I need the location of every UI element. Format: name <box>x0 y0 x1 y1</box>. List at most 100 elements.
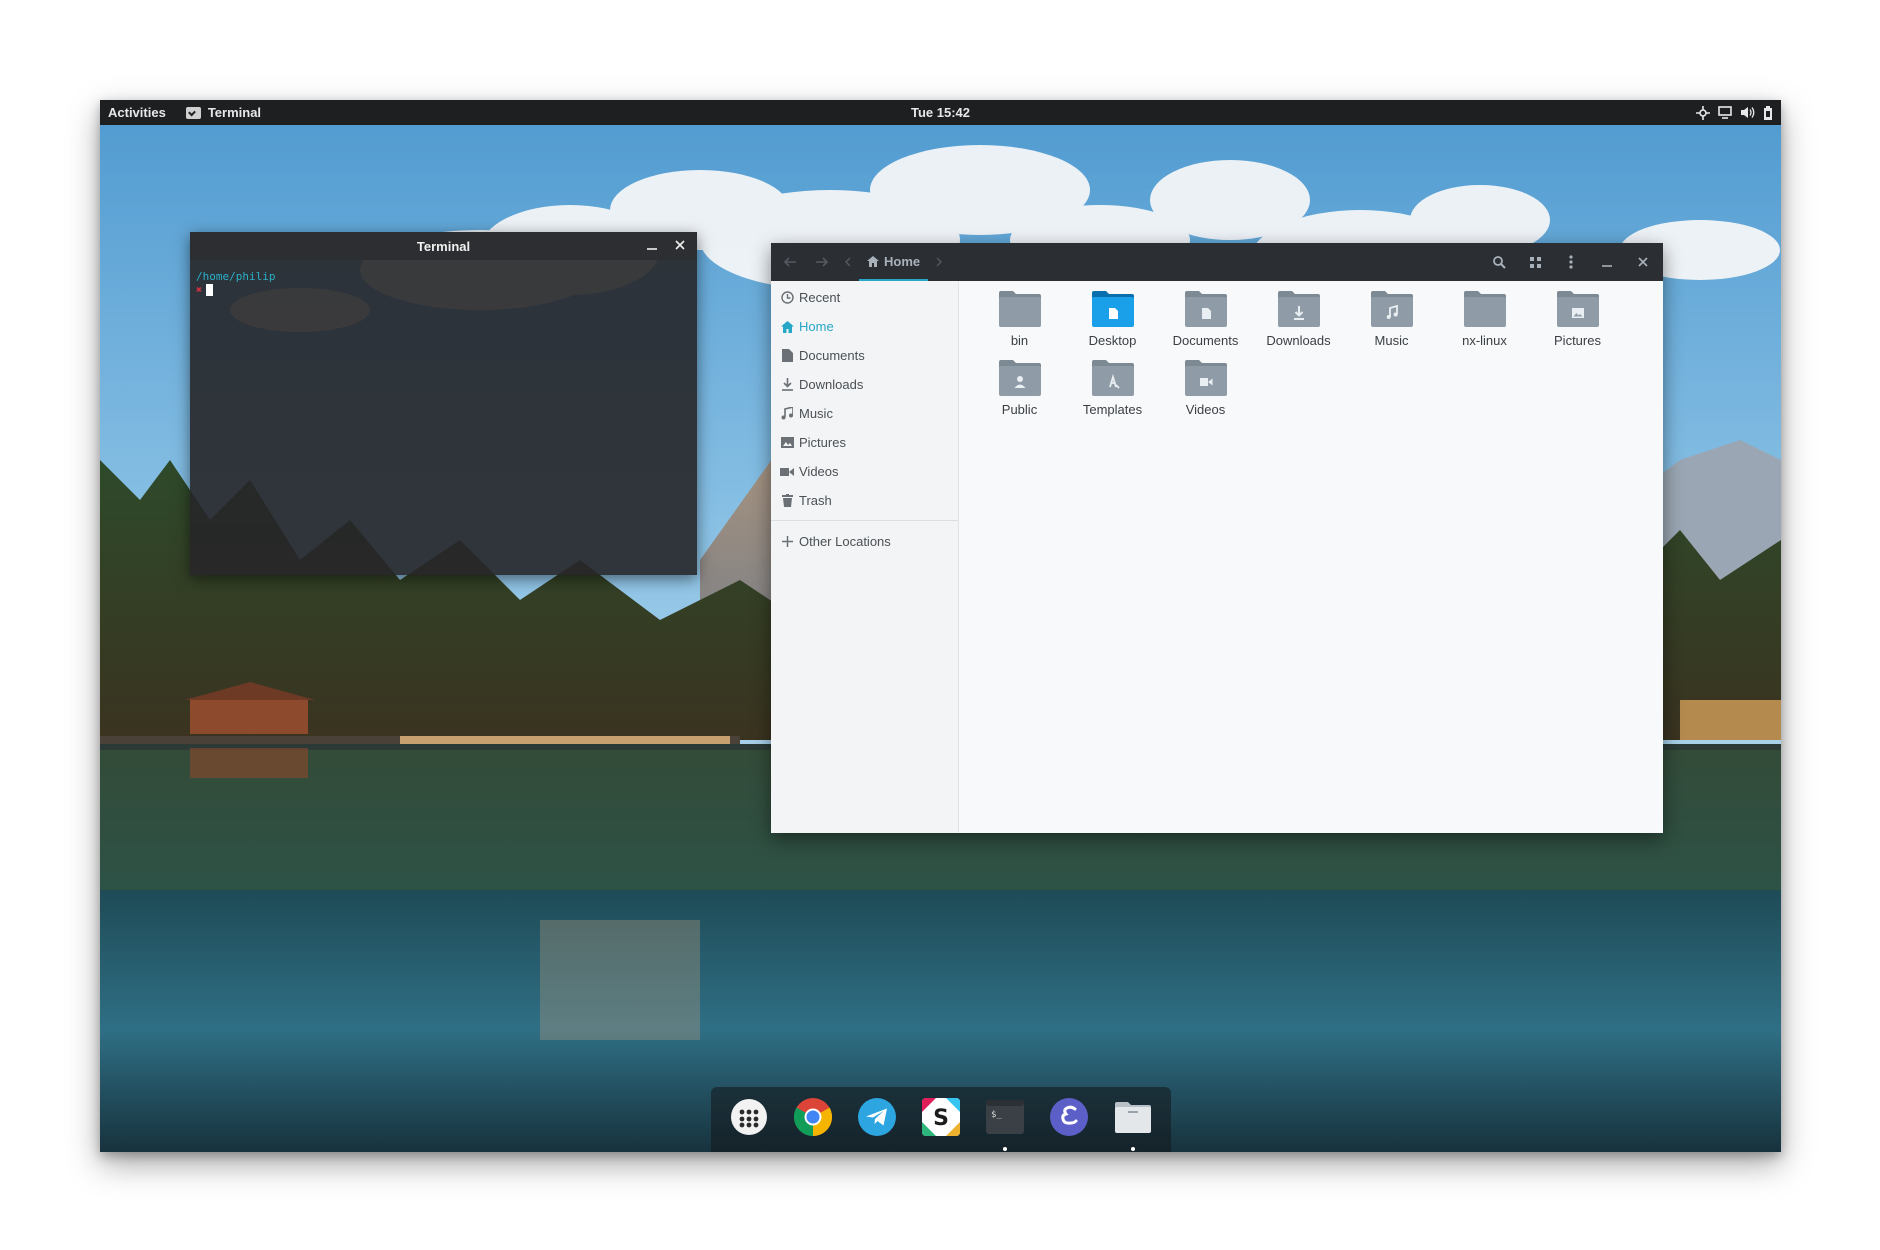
terminal-app-icon <box>185 106 201 119</box>
close-button[interactable] <box>671 236 689 254</box>
folder-nx-linux[interactable]: nx-linux <box>1438 289 1531 348</box>
folder-downloads[interactable]: Downloads <box>1252 289 1345 348</box>
activities-button[interactable]: Activities <box>108 105 166 120</box>
folder-documents[interactable]: Documents <box>1159 289 1252 348</box>
dock-app-chrome[interactable] <box>791 1098 835 1142</box>
app-grid-icon <box>730 1098 768 1141</box>
menu-button[interactable] <box>1561 253 1581 271</box>
folder-bin[interactable]: bin <box>973 289 1066 348</box>
display-icon[interactable] <box>1718 106 1732 119</box>
folder-label: Downloads <box>1266 333 1331 348</box>
sidebar-item-label: Pictures <box>799 435 846 450</box>
sidebar-item-label: Trash <box>799 493 832 508</box>
sidebar-item-pictures[interactable]: Pictures <box>771 428 958 457</box>
folder-icon <box>1277 289 1320 327</box>
dock-app-terminal[interactable]: $_ <box>983 1097 1027 1151</box>
terminal-prompt: ✖ <box>196 284 691 296</box>
sidebar-item-label: Other Locations <box>799 534 891 549</box>
sidebar-item-downloads[interactable]: Downloads <box>771 370 958 399</box>
file-icon-view[interactable]: bin Desktop Documents Downloads Music nx-linu… <box>960 281 1663 833</box>
terminal-window[interactable]: Terminal /home/philip ✖ <box>190 232 697 575</box>
folder-desktop[interactable]: Desktop <box>1066 289 1159 348</box>
download-icon <box>780 378 794 392</box>
minimize-button[interactable] <box>643 236 661 254</box>
folder-label: Music <box>1374 333 1409 348</box>
folder-label: Documents <box>1172 333 1239 348</box>
breadcrumb[interactable]: Home <box>845 243 943 281</box>
folder-label: Public <box>1001 402 1038 417</box>
forward-button[interactable] <box>813 253 831 271</box>
folder-icon <box>1463 289 1506 327</box>
dock-app-slack[interactable]: S <box>919 1098 963 1142</box>
back-arrow-icon <box>784 257 796 267</box>
forward-arrow-icon <box>816 257 828 267</box>
telegram-icon <box>857 1097 897 1142</box>
battery-icon[interactable] <box>1763 105 1773 120</box>
sidebar-item-home[interactable]: Home <box>771 312 958 341</box>
minimize-button[interactable] <box>1597 253 1617 271</box>
kebab-menu-icon <box>1569 255 1573 269</box>
sidebar-item-other-locations[interactable]: Other Locations <box>771 527 958 556</box>
search-button[interactable] <box>1489 253 1509 271</box>
dock-app-telegram[interactable] <box>855 1098 899 1142</box>
dock-app-app-grid[interactable] <box>727 1098 771 1142</box>
terminal-cursor <box>206 284 213 296</box>
chevron-right-icon[interactable] <box>936 257 943 267</box>
folder-icon <box>998 289 1041 327</box>
terminal-titlebar[interactable]: Terminal <box>190 232 697 260</box>
folder-templates[interactable]: Templates <box>1066 358 1159 417</box>
close-icon <box>1638 257 1648 267</box>
sidebar-item-trash[interactable]: Trash <box>771 486 958 515</box>
minimize-icon <box>1602 265 1612 267</box>
folder-icon <box>1091 358 1134 396</box>
folder-videos[interactable]: Videos <box>1159 358 1252 417</box>
system-tray[interactable] <box>1696 105 1773 120</box>
folder-icon <box>998 358 1041 396</box>
folder-icon <box>1556 289 1599 327</box>
network-icon[interactable] <box>1696 105 1710 120</box>
home-icon <box>780 320 794 334</box>
dock: S $_ <box>711 1087 1171 1152</box>
sidebar-item-videos[interactable]: Videos <box>771 457 958 486</box>
dock-app-files[interactable] <box>1111 1098 1155 1151</box>
files-headerbar[interactable]: Home <box>771 243 1663 281</box>
folder-label: nx-linux <box>1462 333 1507 348</box>
places-list: Recent Home Documents Downloads Music Picture… <box>771 281 958 515</box>
clock[interactable]: Tue 15:42 <box>911 105 970 120</box>
close-icon <box>675 240 685 250</box>
running-indicator <box>1131 1146 1135 1151</box>
prompt-marker-icon: ✖ <box>196 284 203 296</box>
terminal-icon: $_ <box>985 1097 1025 1142</box>
folder-music[interactable]: Music <box>1345 289 1438 348</box>
folder-label: bin <box>1010 333 1029 348</box>
svg-text:$_: $_ <box>991 1110 1002 1120</box>
sidebar-item-label: Downloads <box>799 377 864 392</box>
sidebar-item-label: Music <box>799 406 833 421</box>
minimize-icon <box>647 248 657 250</box>
search-icon <box>1492 255 1506 269</box>
app-menu-label: Terminal <box>207 105 262 120</box>
trash-icon <box>780 494 794 508</box>
sidebar-item-label: Videos <box>799 464 839 479</box>
dock-app-epichrome[interactable] <box>1047 1098 1091 1142</box>
desktop-screen: Activities Terminal Tue 15:42 Terminal /… <box>100 100 1781 1152</box>
svg-text:S: S <box>933 1106 949 1131</box>
files-window[interactable]: Home Recent Home Documents Downloads Mus… <box>771 243 1663 833</box>
folder-pictures[interactable]: Pictures <box>1531 289 1624 348</box>
home-icon <box>867 255 879 267</box>
terminal-content[interactable]: /home/philip ✖ <box>190 260 697 306</box>
view-toggle-button[interactable] <box>1525 253 1545 271</box>
close-button[interactable] <box>1633 253 1653 271</box>
sidebar-item-recent[interactable]: Recent <box>771 283 958 312</box>
places-sidebar: Recent Home Documents Downloads Music Picture… <box>771 281 959 833</box>
sidebar-item-music[interactable]: Music <box>771 399 958 428</box>
sidebar-item-documents[interactable]: Documents <box>771 341 958 370</box>
back-button[interactable] <box>781 253 799 271</box>
app-menu[interactable]: Terminal <box>185 105 262 120</box>
sidebar-item-label: Documents <box>799 348 865 363</box>
chevron-left-icon[interactable] <box>845 257 851 267</box>
breadcrumb-home[interactable]: Home <box>859 243 929 281</box>
volume-icon[interactable] <box>1740 106 1755 119</box>
folder-public[interactable]: Public <box>973 358 1066 417</box>
music-icon <box>780 407 794 421</box>
